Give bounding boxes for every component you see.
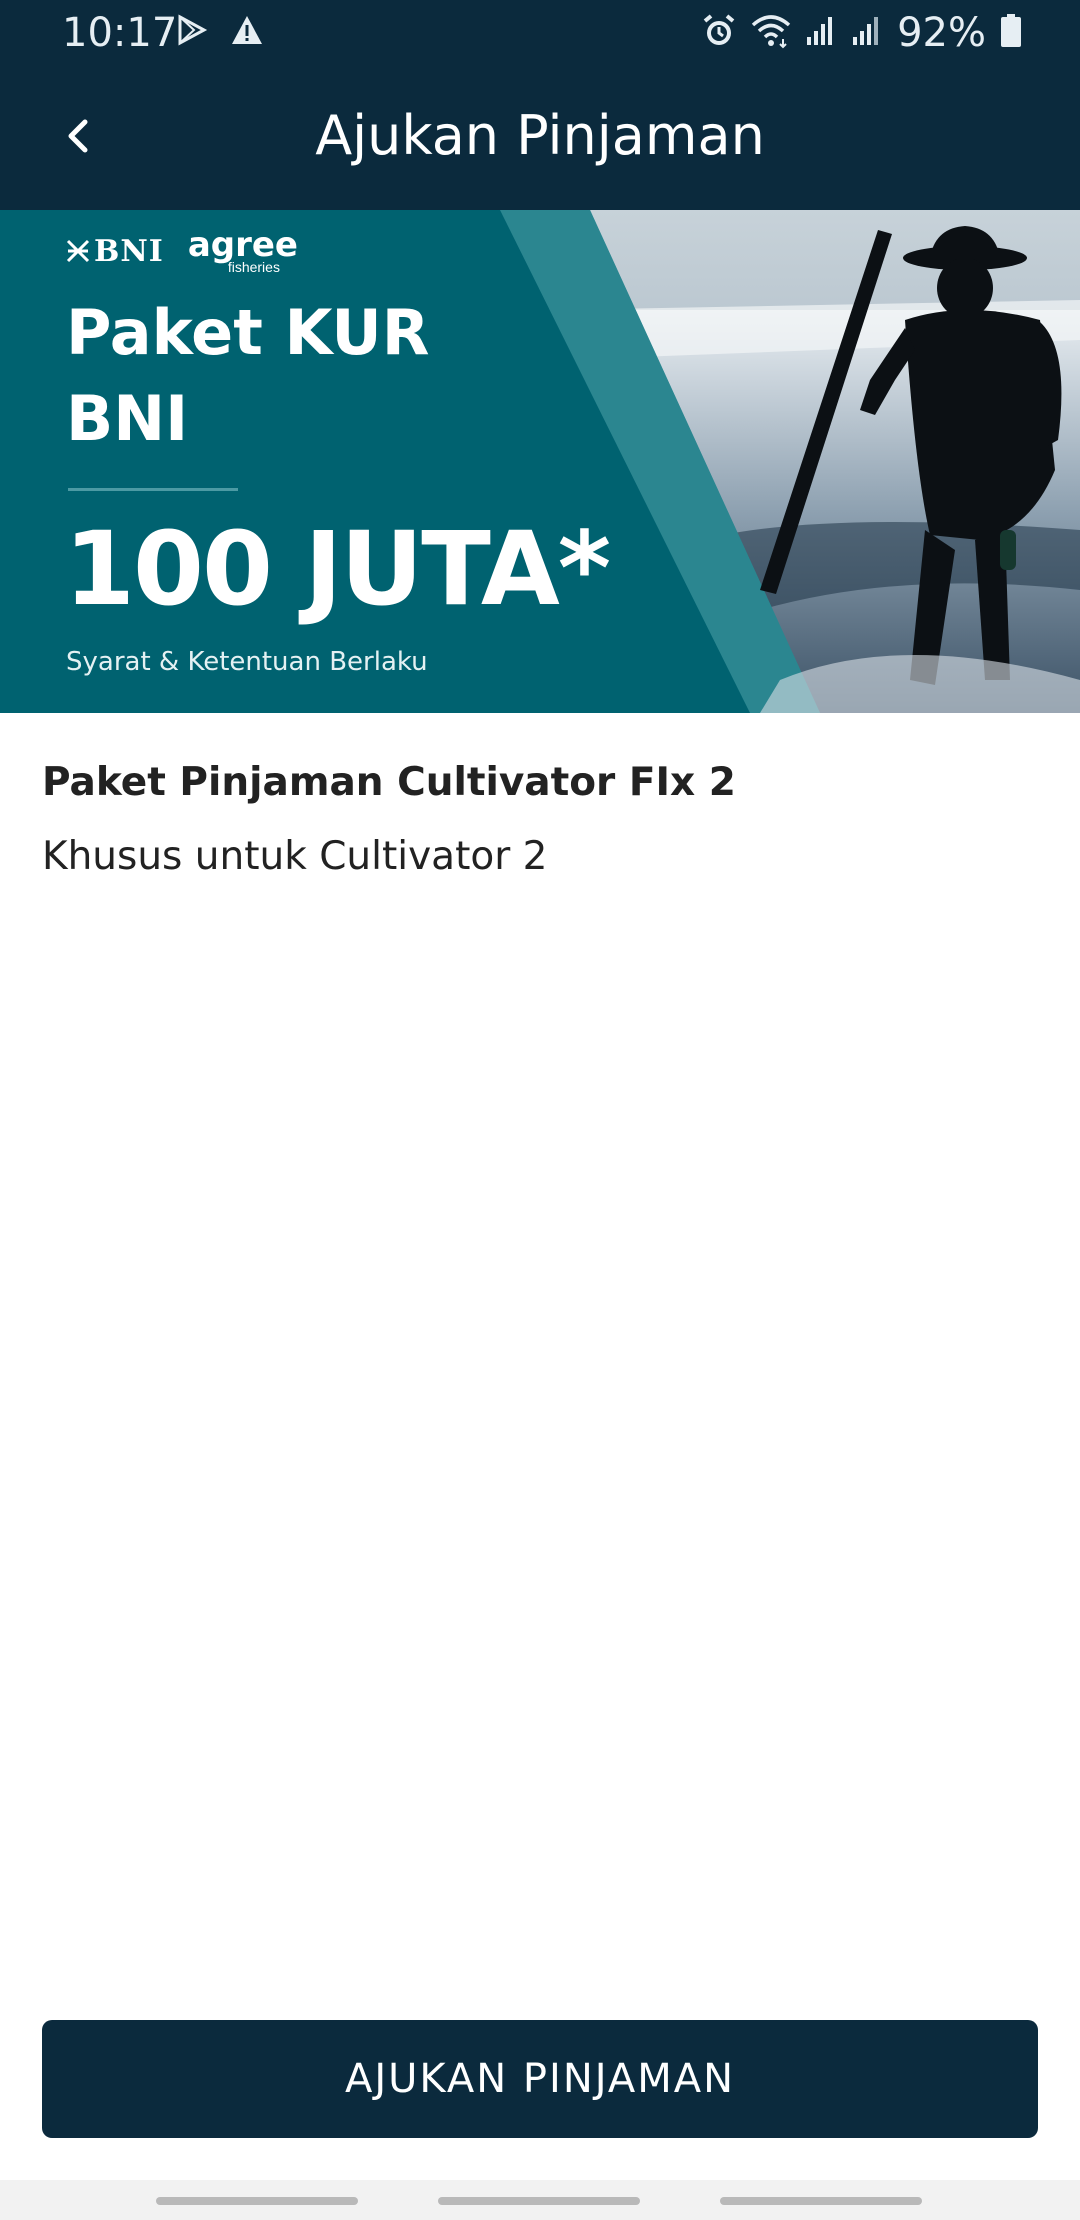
package-title: Paket Pinjaman Cultivator FIx 2: [42, 760, 736, 805]
status-right-icons: 92%: [701, 10, 1022, 56]
banner-headline-line2: BNI: [66, 382, 189, 455]
banner-logos: BNI agree fisheries: [66, 228, 298, 274]
banner-divider: [68, 488, 238, 491]
status-bar: 10:17 92%: [0, 0, 1080, 66]
submit-loan-button[interactable]: AJUKAN PINJAMAN: [42, 2020, 1038, 2138]
status-left-icons: [176, 14, 264, 51]
package-description: Khusus untuk Cultivator 2: [42, 834, 548, 879]
promo-banner: BNI agree fisheries Paket KUR BNI 100 JU…: [0, 210, 1080, 713]
page-title: Ajukan Pinjaman: [315, 104, 765, 167]
banner-headline-line1: Paket KUR: [66, 296, 430, 369]
signal-icon: [805, 15, 837, 52]
banner-headline: Paket KUR BNI: [66, 290, 430, 462]
play-store-icon: [176, 14, 208, 51]
gesture-home-pill[interactable]: [438, 2197, 640, 2205]
banner-terms: Syarat & Ketentuan Berlaku: [66, 647, 428, 677]
banner-amount: 100 JUTA*: [64, 510, 611, 629]
battery-icon: [1000, 13, 1022, 53]
gesture-recent-pill[interactable]: [156, 2197, 358, 2205]
signal-icon: [851, 15, 883, 52]
app-bar: Ajukan Pinjaman: [0, 66, 1080, 210]
bni-logo-text: BNI: [94, 233, 164, 269]
status-time: 10:17: [62, 10, 178, 56]
alarm-icon: [701, 13, 737, 54]
agree-logo-subtext: fisheries: [227, 259, 280, 275]
agree-logo-text: agree: [187, 225, 298, 265]
battery-percent: 92%: [897, 10, 986, 56]
gesture-nav-bar: [0, 2180, 1080, 2220]
wifi-icon: [751, 13, 791, 54]
warning-icon: [230, 14, 264, 51]
agree-logo: agree fisheries: [188, 228, 298, 274]
bni-logo: BNI: [66, 234, 164, 269]
gesture-back-pill[interactable]: [720, 2197, 922, 2205]
